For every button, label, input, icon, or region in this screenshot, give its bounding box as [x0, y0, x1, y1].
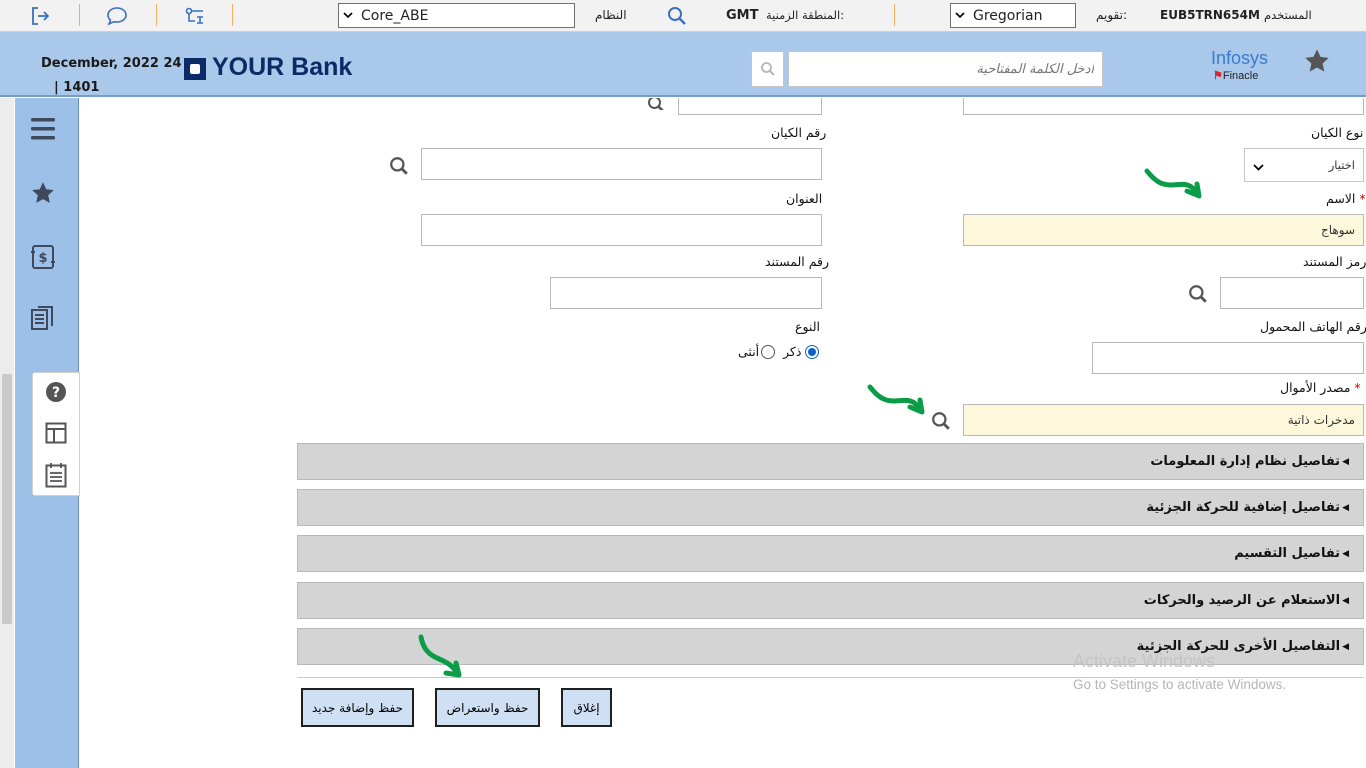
timezone-label: المنطقة الزمنية:: [766, 8, 845, 22]
address-label: العنوان: [786, 191, 823, 206]
header-search-button[interactable]: [751, 51, 784, 87]
entity-number-input[interactable]: [421, 148, 822, 180]
doc-code-search-icon[interactable]: [1188, 284, 1208, 304]
funds-source-value: مدخرات ذاتية: [1287, 413, 1355, 427]
close-button[interactable]: إغلاق: [561, 688, 612, 727]
search-icon: [760, 62, 775, 76]
bank-logo-icon: [184, 58, 206, 80]
finacle-text: ⚑Finacle: [1213, 70, 1259, 82]
chat-icon[interactable]: [105, 4, 129, 28]
funds-source-search-icon[interactable]: [931, 411, 951, 431]
chevron-down-icon: [339, 12, 357, 19]
partial-input-top-right[interactable]: [963, 98, 1364, 115]
green-annotation-arrow: [416, 633, 466, 679]
system-label: النظام: [595, 8, 627, 22]
address-input[interactable]: [421, 214, 822, 246]
gender-label: النوع: [795, 319, 820, 334]
doc-number-input[interactable]: [550, 277, 822, 309]
search-icon[interactable]: [647, 98, 665, 110]
gender-female-label: أنثى: [738, 344, 760, 359]
transactions-icon[interactable]: $: [30, 243, 56, 271]
logout-icon[interactable]: [28, 4, 52, 28]
gender-male-label: ذكر: [783, 344, 802, 359]
entity-type-select[interactable]: اختيار: [1244, 148, 1364, 182]
name-value: سوهاج: [1321, 223, 1355, 237]
calendar-icon[interactable]: [45, 462, 67, 488]
doc-code-label: رمز المستند: [1303, 254, 1366, 269]
network-icon[interactable]: [183, 4, 207, 28]
funds-source-input[interactable]: مدخرات ذاتية: [963, 404, 1364, 436]
layout-icon[interactable]: [45, 422, 67, 444]
infosys-logo: Infosys ⚑Finacle: [1211, 48, 1271, 84]
activate-windows-subtitle: Go to Settings to activate Windows.: [1073, 677, 1287, 692]
name-label: * الاسم: [1326, 191, 1366, 206]
save-review-button[interactable]: حفظ واستعراض: [435, 688, 540, 727]
timezone-value: GMT: [726, 8, 759, 23]
expand-arrow-icon: ◀: [1342, 595, 1349, 606]
expand-arrow-icon: ◀: [1342, 548, 1349, 559]
system-select[interactable]: Core_ABE: [338, 3, 575, 28]
funds-source-label: * مصدر الأموال: [1280, 380, 1361, 395]
section-mis-details[interactable]: ◀ تفاصيل نظام إدارة المعلومات: [297, 443, 1364, 480]
scrollbar-thumb[interactable]: [2, 374, 12, 624]
svg-text:?: ?: [52, 385, 60, 401]
keyword-search-input[interactable]: [788, 51, 1103, 87]
calendar-value: Gregorian: [973, 7, 1043, 24]
user-label: المستخدم: [1264, 8, 1312, 22]
calendar-label: تقويم:: [1096, 8, 1127, 22]
help-icon[interactable]: ?: [45, 381, 67, 403]
favorites-icon[interactable]: [30, 180, 56, 206]
expand-arrow-icon: ◀: [1342, 641, 1349, 652]
save-add-new-button[interactable]: حفظ وإضافة جديد: [301, 688, 414, 727]
entity-type-label: نوع الكيان: [1311, 125, 1364, 140]
entity-number-search-icon[interactable]: [389, 156, 409, 176]
mobile-input[interactable]: [1092, 342, 1364, 374]
entity-type-value: اختيار: [1328, 158, 1355, 172]
partial-input-top-left[interactable]: [678, 98, 822, 115]
header-sub-date: | 1401: [54, 80, 100, 95]
gender-female-radio[interactable]: [761, 345, 775, 359]
header-date: December, 2022 24: [41, 56, 182, 71]
entity-number-label: رقم الكيان: [771, 125, 827, 140]
name-input[interactable]: سوهاج: [963, 214, 1364, 246]
green-annotation-arrow: [1143, 165, 1205, 201]
green-annotation-arrow: [866, 381, 928, 417]
documents-icon[interactable]: [30, 305, 58, 333]
section-balance-inquiry[interactable]: ◀ الاستعلام عن الرصيد والحركات: [297, 582, 1364, 619]
section-split-details[interactable]: ◀ تفاصيل التقسيم: [297, 535, 1364, 572]
expand-arrow-icon: ◀: [1342, 456, 1349, 467]
expand-arrow-icon: ◀: [1342, 502, 1349, 513]
doc-number-label: رقم المستند: [765, 254, 830, 269]
top-bar: Core_ABE النظام GMT المنطقة الزمنية: Gre…: [0, 0, 1366, 32]
favorite-star-icon[interactable]: [1303, 47, 1331, 75]
activate-windows-title: Activate Windows: [1073, 651, 1216, 671]
mobile-label: رقم الهاتف المحمول: [1260, 319, 1366, 334]
svg-text:$: $: [38, 251, 47, 266]
calendar-select[interactable]: Gregorian: [950, 3, 1076, 28]
system-value: Core_ABE: [361, 7, 429, 24]
gender-male-radio[interactable]: [805, 345, 819, 359]
chevron-down-icon: [1253, 161, 1264, 175]
infosys-text: Infosys: [1211, 48, 1269, 68]
chevron-down-icon: [951, 12, 969, 19]
search-icon[interactable]: [665, 4, 689, 28]
user-id: EUB5TRN654M: [1160, 8, 1260, 22]
menu-icon[interactable]: [30, 114, 56, 144]
doc-code-input[interactable]: [1220, 277, 1364, 309]
bank-name: YOUR Bank: [212, 53, 353, 81]
section-additional-part-txn[interactable]: ◀ تفاصيل إضافية للحركة الجزئية: [297, 489, 1364, 526]
